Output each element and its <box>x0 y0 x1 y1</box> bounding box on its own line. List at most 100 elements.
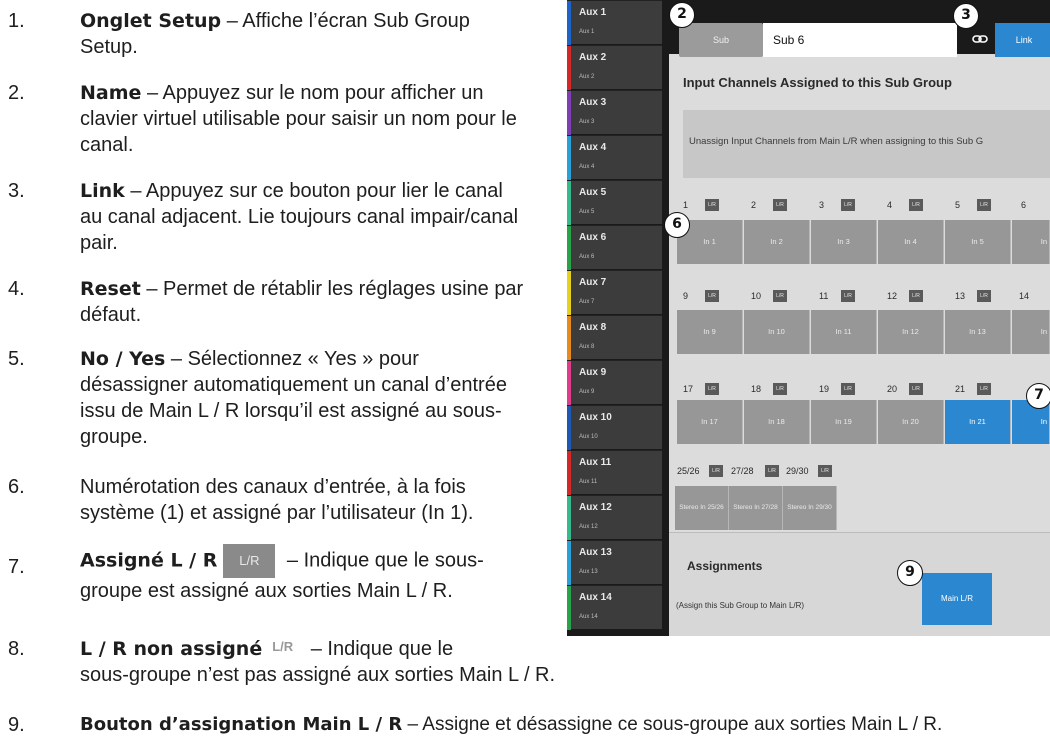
input-channel-button[interactable]: In 4 <box>878 220 944 264</box>
doc-item-term: L / R non assigné <box>80 638 263 660</box>
aux-item-3[interactable]: Aux 3 Aux 3 <box>567 90 662 135</box>
input-channel-button[interactable]: In 13 <box>945 310 1011 354</box>
callout-marker: 7 <box>1026 383 1050 409</box>
stereo-input-button[interactable]: Stereo In 25/26 <box>675 486 729 530</box>
aux-item-sub: Aux 9 <box>579 389 595 395</box>
input-channel-button-selected[interactable]: In 21 <box>945 400 1011 444</box>
stereo-input-button[interactable]: Stereo In 29/30 <box>783 486 837 530</box>
aux-item-sub: Aux 10 <box>579 434 598 440</box>
doc-item-number: 4. <box>8 278 25 300</box>
name-field[interactable]: Sub 6 <box>763 23 957 57</box>
callout-marker: 9 <box>897 560 923 586</box>
lr-assigned-tag: L/R <box>705 290 719 302</box>
chain-link-icon <box>972 35 988 43</box>
aux-item-sub: Aux 2 <box>579 74 595 80</box>
aux-item-5[interactable]: Aux 5 Aux 5 <box>567 180 662 225</box>
input-channel-button[interactable]: In 2 <box>744 220 810 264</box>
doc-item-text: au canal adjacent. Lie toujours canal im… <box>80 206 519 228</box>
channel-number: 2 <box>751 200 757 210</box>
aux-item-12[interactable]: Aux 12 Aux 12 <box>567 495 662 540</box>
aux-item-sub: Aux 1 <box>579 29 595 35</box>
channel-number: 20 <box>887 384 898 394</box>
input-channel-button[interactable]: In 20 <box>878 400 944 444</box>
doc-item-text: système (1) et assigné par l’utilisateur… <box>80 502 474 524</box>
input-channel-button[interactable]: In <box>1012 310 1050 354</box>
input-channel-button[interactable]: In 19 <box>811 400 877 444</box>
aux-item-name: Aux 5 <box>579 187 607 198</box>
aux-color-bar <box>567 1 571 45</box>
doc-item-term: Assigné L / R <box>80 549 218 572</box>
sub-label-button[interactable]: Sub <box>679 23 763 57</box>
doc-item-term: Bouton d’assignation Main L / R <box>80 714 403 735</box>
lr-assigned-tag: L/R <box>773 290 787 302</box>
input-channel-button[interactable]: In 12 <box>878 310 944 354</box>
input-channel-button[interactable]: In 18 <box>744 400 810 444</box>
doc-item-text: – Indique que le sous- <box>281 549 484 572</box>
aux-item-11[interactable]: Aux 11 Aux 11 <box>567 450 662 495</box>
stereo-input-button[interactable]: Stereo In 27/28 <box>729 486 783 530</box>
aux-item-name: Aux 7 <box>579 277 607 288</box>
aux-item-6[interactable]: Aux 6 Aux 6 <box>567 225 662 270</box>
assignments-title: Assignments <box>687 559 763 573</box>
aux-item-sub: Aux 14 <box>579 614 598 620</box>
aux-item-2[interactable]: Aux 2 Aux 2 <box>567 45 662 90</box>
name-bar: Sub Sub 6 Link <box>669 10 1050 57</box>
aux-item-name: Aux 13 <box>579 547 612 558</box>
aux-item-name: Aux 14 <box>579 592 612 603</box>
unassign-option-text: Unassign Input Channels from Main L/R wh… <box>689 136 984 147</box>
aux-item-1[interactable]: Aux 1 Aux 1 <box>567 0 662 45</box>
aux-item-7[interactable]: Aux 7 Aux 7 <box>567 270 662 315</box>
doc-item-text: groupe. <box>80 426 148 448</box>
doc-item-term: Onglet Setup <box>80 10 222 32</box>
aux-item-14[interactable]: Aux 14 Aux 14 <box>567 585 662 630</box>
doc-item-term: Name <box>80 82 142 104</box>
top-divider <box>669 0 1050 10</box>
input-channel-button[interactable]: In <box>1012 220 1050 264</box>
aux-color-bar <box>567 136 571 180</box>
aux-item-8[interactable]: Aux 8 Aux 8 <box>567 315 662 360</box>
lr-assigned-tag: L/R <box>841 383 855 395</box>
link-button[interactable]: Link <box>995 23 1050 57</box>
aux-item-4[interactable]: Aux 4 Aux 4 <box>567 135 662 180</box>
input-channel-button[interactable]: In 17 <box>677 400 743 444</box>
lr-assigned-tag: L/R <box>705 383 719 395</box>
aux-item-sub: Aux 7 <box>579 299 595 305</box>
input-channel-button[interactable]: In 9 <box>677 310 743 354</box>
lr-assigned-tag: L/R <box>705 199 719 211</box>
input-channel-button[interactable]: In 3 <box>811 220 877 264</box>
aux-item-10[interactable]: Aux 10 Aux 10 <box>567 405 662 450</box>
aux-color-bar <box>567 361 571 405</box>
channel-number: 14 <box>1019 291 1030 301</box>
assignments-note: (Assign this Sub Group to Main L/R) <box>676 601 805 610</box>
sub-group-setup-panel: Sub Sub 6 Link Input Channels Assigned t… <box>669 0 1050 636</box>
aux-channel-list: Aux 1 Aux 1 Aux 2 Aux 2 Aux 3 Aux 3 Aux 4 Au… <box>567 0 662 636</box>
doc-item-term: No / Yes <box>80 348 166 370</box>
channel-number: 5 <box>955 200 961 210</box>
lr-assigned-tag: L/R <box>909 199 923 211</box>
doc-item-text: issu de Main L / R lorsqu’il est assigné… <box>80 400 502 422</box>
input-channel-button[interactable]: In 5 <box>945 220 1011 264</box>
channel-number: 3 <box>819 200 825 210</box>
doc-item-text: – Appuyez sur ce bouton pour lier le can… <box>124 180 503 202</box>
doc-item-number: 2. <box>8 82 25 104</box>
aux-color-bar <box>567 46 571 90</box>
lr-assigned-tag: L/R <box>841 199 855 211</box>
doc-item-text: canal. <box>80 134 134 156</box>
lr-assigned-tag: L/R <box>773 383 787 395</box>
main-lr-assign-button[interactable]: Main L/R <box>922 573 992 625</box>
channel-number: 17 <box>683 384 694 394</box>
unassign-option[interactable]: Unassign Input Channels from Main L/R wh… <box>683 110 1050 178</box>
aux-item-name: Aux 6 <box>579 232 607 243</box>
doc-item-text: désassigner automatiquement un canal d’e… <box>80 374 507 396</box>
callout-marker: 3 <box>953 3 979 29</box>
doc-item-number: 7. <box>8 556 25 578</box>
input-channel-button[interactable]: In 10 <box>744 310 810 354</box>
aux-color-bar <box>567 181 571 225</box>
channel-number: 21 <box>955 384 966 394</box>
aux-item-13[interactable]: Aux 13 Aux 13 <box>567 540 662 585</box>
doc-item-text: – Appuyez sur le nom pour afficher un <box>141 82 484 104</box>
aux-item-9[interactable]: Aux 9 Aux 9 <box>567 360 662 405</box>
aux-color-bar <box>567 271 571 315</box>
aux-color-bar <box>567 541 571 585</box>
input-channel-button[interactable]: In 11 <box>811 310 877 354</box>
